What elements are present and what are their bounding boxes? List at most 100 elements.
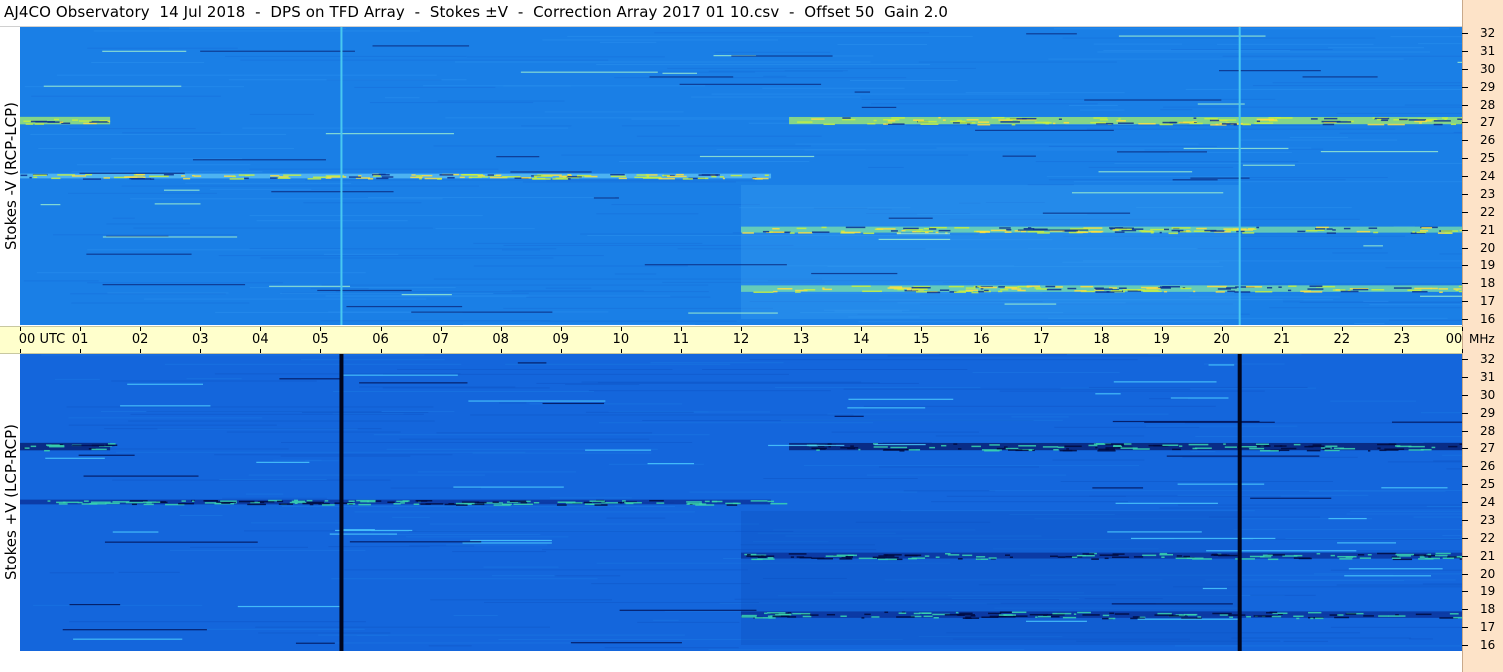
noise-streak: [225, 55, 467, 57]
noise-streak: [906, 125, 1201, 127]
band-speckle: [1256, 226, 1260, 229]
noise-streak: [146, 410, 382, 412]
band-speckle: [1421, 227, 1433, 229]
band-speckle: [898, 612, 907, 614]
frequency-tick-label: 30: [1480, 387, 1496, 402]
band-speckle: [790, 556, 795, 558]
noise-streak: [1187, 125, 1321, 127]
noise-streak: [1103, 50, 1291, 52]
band-speckle: [682, 178, 693, 180]
band-speckle: [247, 503, 266, 506]
noise-streak: [1330, 400, 1416, 402]
interference-line: [1137, 618, 1242, 620]
noise-streak: [1385, 267, 1462, 269]
band-speckle: [841, 231, 861, 234]
noise-streak: [390, 487, 481, 489]
interference-line: [896, 233, 950, 235]
band-speckle: [567, 173, 572, 176]
noise-streak: [430, 599, 612, 601]
noise-streak: [164, 363, 462, 365]
band-speckle: [1337, 614, 1344, 616]
interference-line: [1092, 487, 1144, 489]
noise-streak: [596, 64, 931, 66]
band-speckle: [1162, 121, 1178, 124]
band-speckle: [402, 500, 410, 502]
band-speckle: [845, 226, 866, 229]
band-speckle: [103, 177, 111, 179]
band-speckle: [1063, 121, 1070, 124]
band-speckle: [770, 502, 788, 505]
noise-streak: [621, 125, 680, 127]
time-tick: [921, 327, 923, 331]
time-tick: [741, 349, 742, 353]
band-speckle: [920, 123, 939, 125]
noise-streak: [591, 583, 751, 585]
band-speckle: [1034, 287, 1041, 289]
time-tick: [861, 327, 863, 331]
band-speckle: [797, 121, 813, 123]
noise-streak: [1446, 468, 1462, 470]
band-speckle: [1070, 228, 1090, 230]
band-speckle: [178, 502, 195, 505]
band-speckle: [1074, 290, 1087, 292]
band-speckle: [918, 612, 932, 614]
noise-streak: [1408, 638, 1433, 640]
band-speckle: [788, 553, 807, 555]
band-speckle: [1053, 448, 1059, 451]
time-tick: [260, 327, 262, 331]
frequency-tick-label: 22: [1480, 530, 1496, 545]
frequency-tick-label: 19: [1480, 584, 1496, 599]
interference-line: [847, 407, 926, 409]
band-speckle: [1118, 118, 1121, 120]
noise-streak: [1313, 573, 1462, 575]
band-speckle: [1162, 444, 1179, 447]
band-speckle: [1118, 287, 1127, 289]
band-speckle: [1082, 553, 1095, 555]
noise-streak: [1332, 252, 1388, 254]
noise-streak: [1289, 136, 1349, 138]
band-speckle: [1099, 119, 1108, 121]
noise-streak: [1238, 139, 1398, 141]
band-speckle: [1441, 230, 1459, 232]
noise-streak: [144, 298, 427, 300]
noise-streak: [388, 533, 541, 535]
time-tick: [560, 327, 562, 331]
band-speckle: [864, 613, 871, 616]
band-speckle: [125, 176, 138, 178]
frequency-tick: [1462, 555, 1468, 557]
noise-streak: [333, 391, 594, 393]
band-speckle: [149, 175, 169, 178]
noise-streak: [466, 56, 665, 58]
band-speckle: [482, 176, 489, 178]
band-speckle: [1304, 445, 1314, 448]
band-speckle: [1393, 287, 1412, 289]
band-speckle: [1269, 611, 1278, 614]
band-speckle: [1414, 120, 1427, 123]
noise-streak: [618, 160, 810, 162]
band-speckle: [455, 504, 468, 506]
noise-streak: [328, 546, 430, 548]
noise-streak: [1404, 104, 1462, 106]
band-speckle: [911, 286, 931, 289]
band-speckle: [617, 501, 623, 504]
band-speckle: [796, 227, 807, 230]
band-speckle: [753, 291, 774, 293]
interference-line: [269, 285, 351, 287]
band-speckle: [1210, 230, 1225, 232]
noise-streak: [483, 566, 559, 568]
band-speckle: [555, 177, 564, 180]
interference-line: [401, 294, 452, 296]
noise-streak: [989, 490, 1349, 492]
band-speckle: [754, 617, 773, 619]
noise-streak: [30, 133, 287, 135]
interference-line: [192, 159, 326, 161]
interference-line: [462, 542, 552, 544]
band-speckle: [971, 445, 981, 448]
band-speckle: [1027, 227, 1032, 229]
band-speckle: [1332, 229, 1336, 231]
noise-streak: [326, 79, 442, 81]
noise-streak: [38, 148, 295, 150]
band-speckle: [1296, 617, 1300, 620]
frequency-tick-label: 26: [1480, 459, 1496, 474]
frequency-tick-label: 27: [1480, 441, 1496, 456]
